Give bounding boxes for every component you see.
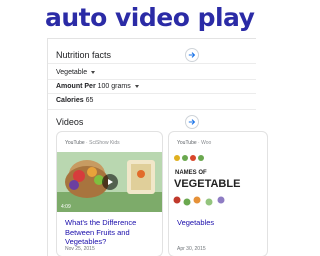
arrow-right-icon — [188, 119, 196, 125]
video-channel: SciShow Kids — [89, 140, 120, 146]
video-title-link[interactable]: What's the Difference Between Fruits and… — [65, 218, 159, 247]
thumbnail-caption-line1: NAMES OF — [175, 170, 207, 176]
calories-row: Calories 65 — [56, 97, 93, 104]
videos-title: Videos — [56, 117, 84, 127]
thumbnail-caption-line2: VEGETABLE — [174, 178, 241, 190]
calories-value: 65 — [85, 97, 94, 104]
video-thumbnail[interactable]: 4:09 — [57, 152, 162, 212]
video-source-name: YouTube — [65, 140, 85, 146]
video-thumbnail[interactable]: NAMES OF VEGETABLE — [169, 152, 267, 212]
video-date: Nov 25, 2015 — [65, 246, 95, 252]
amount-value: 100 grams — [97, 83, 131, 90]
play-button[interactable] — [102, 174, 118, 190]
video-source: YouTube · Woo — [177, 140, 212, 146]
page-heading: auto video play — [45, 3, 255, 32]
arrow-right-icon — [188, 52, 196, 58]
amount-label: Amount Per — [56, 83, 96, 90]
food-select-value: Vegetable — [56, 69, 88, 76]
divider — [48, 63, 256, 64]
calories-label: Calories — [56, 97, 84, 104]
video-channel: Woo — [201, 140, 212, 146]
food-select[interactable]: Vegetable — [56, 69, 96, 76]
video-card[interactable]: YouTube · SciShow Kids 4:09 What's the D… — [56, 131, 163, 256]
play-icon — [108, 179, 113, 185]
video-source: YouTube · SciShow Kids — [65, 140, 120, 146]
video-title-link[interactable]: Vegetables — [177, 218, 267, 228]
video-source-name: YouTube — [177, 140, 197, 146]
video-duration: 4:09 — [61, 204, 71, 210]
knowledge-panel: Nutrition facts Vegetable Amount Per 100… — [47, 38, 268, 256]
videos-more-button[interactable] — [185, 115, 199, 129]
nutrition-more-button[interactable] — [185, 48, 199, 62]
chevron-down-icon — [134, 84, 139, 88]
divider — [48, 79, 256, 80]
amount-row: Amount Per 100 grams — [56, 83, 139, 90]
video-card[interactable]: YouTube · Woo NAMES OF VEGETABLE Vegetab… — [168, 131, 268, 256]
amount-select[interactable]: 100 grams — [98, 83, 139, 90]
nutrition-facts-title: Nutrition facts — [56, 50, 112, 60]
divider — [48, 93, 256, 94]
video-date: Apr 30, 2015 — [177, 246, 206, 252]
chevron-down-icon — [91, 70, 96, 74]
divider — [48, 109, 256, 110]
